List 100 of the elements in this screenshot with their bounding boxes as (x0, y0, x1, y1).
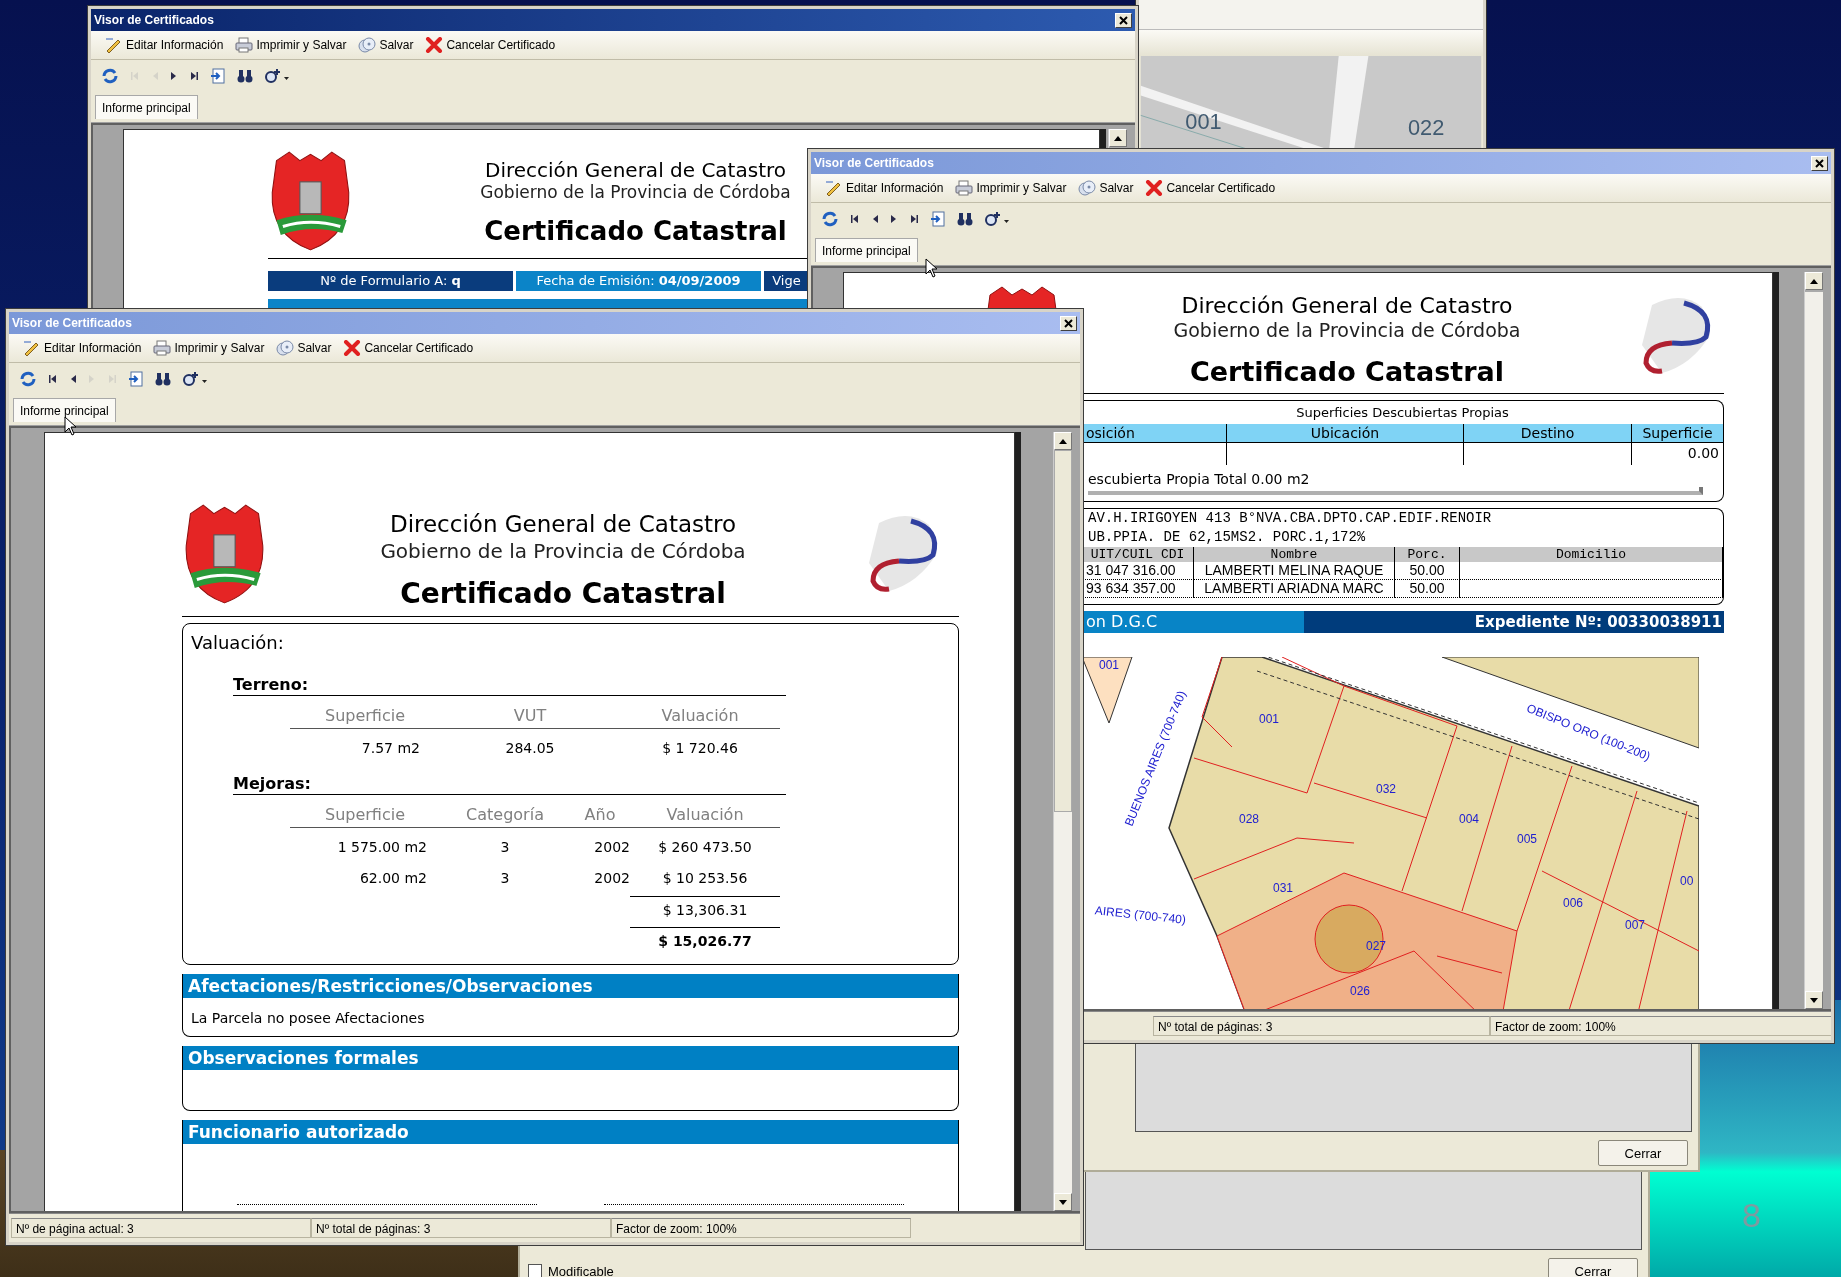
edit-info-button[interactable]: Editar Información (21, 340, 144, 356)
edit-info-button[interactable]: Editar Información (823, 180, 946, 196)
first-page-button[interactable] (48, 373, 58, 385)
certificate-title: Certificado Catastral (484, 216, 787, 247)
table-cell: LAMBERTI MELINA RAQUE (1194, 562, 1395, 581)
column-header: Superficie (1632, 424, 1724, 444)
section-header: Funcionario autorizado (183, 1119, 958, 1144)
printer-icon (955, 180, 974, 196)
parcel-label: 027 (1366, 939, 1387, 954)
column-header: Valuación (630, 794, 780, 828)
save-button[interactable]: Salvar (274, 340, 334, 356)
table-cell-text: 3 (499, 837, 511, 857)
binoculars-icon (155, 371, 171, 387)
parcel-label: 032 (1376, 782, 1397, 797)
scrollbar[interactable] (1804, 272, 1823, 1009)
checkbox[interactable] (528, 1264, 542, 1277)
certificate-title: Certificado Catastral (400, 576, 726, 610)
cancel-icon (425, 37, 444, 53)
status-text: Nº de página actual: 3 (11, 1218, 311, 1238)
parcel-label: 005 (1517, 832, 1538, 847)
print-save-button[interactable]: Imprimir y Salvar (151, 340, 267, 356)
next-page-icon (170, 70, 178, 82)
scroll-down-button[interactable] (1054, 1193, 1072, 1211)
table-cell: 50.00 (1395, 562, 1460, 581)
column-header: Superficie (290, 695, 440, 729)
cancel-certificate-button[interactable]: Cancelar Certificado (423, 37, 558, 53)
scroll-down-button[interactable] (1805, 991, 1823, 1009)
table-cell-text: 2002 (593, 837, 630, 857)
column-header: Destino (1464, 424, 1632, 444)
cancel-certificate-button[interactable]: Cancelar Certificado (341, 340, 476, 356)
parcel-label: 004 (1459, 812, 1480, 827)
column-header: osición (1082, 424, 1227, 444)
previous-page-button[interactable] (69, 373, 77, 385)
parcel-label: 001 (1099, 658, 1120, 673)
close-button[interactable] (1115, 12, 1132, 28)
next-page-button[interactable] (890, 213, 898, 225)
edit-info-button[interactable]: Editar Información (103, 37, 226, 53)
close-button[interactable] (1811, 155, 1828, 171)
column-header: Domicilio (1460, 547, 1723, 563)
report-tab[interactable]: Informe principal (13, 398, 116, 422)
last-page-button[interactable] (189, 70, 199, 82)
column-header: Ubicación (1227, 424, 1464, 444)
agency-name: Dirección General de Catastro (1181, 293, 1513, 320)
parcel-label: 031 (1273, 881, 1294, 896)
find-button[interactable] (957, 211, 973, 227)
column-header: Año (570, 794, 630, 828)
table-cell-text: $ 260 473.50 (657, 837, 753, 857)
zoom-button[interactable] (984, 211, 1010, 227)
slide-number: 8 (1742, 1196, 1761, 1235)
report-tab[interactable]: Informe principal (95, 95, 198, 119)
refresh-button[interactable] (101, 68, 119, 84)
section-text: La Parcela no posee Afectaciones (190, 1008, 426, 1028)
last-page-button[interactable] (909, 213, 919, 225)
refresh-button[interactable] (19, 371, 37, 387)
scrollbar[interactable] (1053, 432, 1072, 1211)
save-button[interactable]: Salvar (1076, 180, 1136, 196)
export-button[interactable] (210, 68, 226, 84)
parcel-label: 001 (1259, 712, 1280, 727)
panel-caption: Superficies Descubiertas Propias (1295, 404, 1510, 423)
window-title: Visor de Certificados (814, 156, 934, 170)
column-header: Categoría (440, 794, 570, 828)
column-header: Superficie (290, 794, 440, 828)
export-button[interactable] (128, 371, 144, 387)
status-text: Factor de zoom: 100% (611, 1218, 911, 1238)
print-save-button[interactable]: Imprimir y Salvar (953, 180, 1069, 196)
down-arrow-icon (1810, 997, 1818, 1003)
refresh-icon (101, 68, 119, 84)
zoom-button[interactable] (264, 68, 290, 84)
table-cell-text: 2002 (593, 868, 630, 888)
close-dialog-button[interactable]: Cerrar (1598, 1140, 1688, 1166)
find-button[interactable] (155, 371, 171, 387)
table-cell-text: 7.57 m2 (360, 738, 421, 758)
report-tab[interactable]: Informe principal (815, 238, 918, 262)
zoom-button[interactable] (182, 371, 208, 387)
cancel-icon (1145, 180, 1164, 196)
status-text: Nº total de páginas: 3 (1153, 1016, 1490, 1036)
scroll-up-button[interactable] (1054, 432, 1072, 450)
cancel-certificate-button[interactable]: Cancelar Certificado (1143, 180, 1278, 196)
first-page-button[interactable] (850, 213, 860, 225)
export-button[interactable] (930, 211, 946, 227)
scroll-up-button[interactable] (1109, 129, 1127, 147)
government-name: Gobierno de la Provincia de Córdoba (1173, 319, 1521, 343)
pencil-icon (105, 37, 123, 53)
previous-page-button[interactable] (871, 213, 879, 225)
close-dialog-button[interactable]: Cerrar (1548, 1258, 1638, 1277)
save-button[interactable]: Salvar (356, 37, 416, 53)
scroll-up-button[interactable] (1805, 272, 1823, 290)
status-text: Nº total de páginas: 3 (311, 1218, 611, 1238)
parcel-label: 00 (1680, 874, 1694, 889)
table-cell-text: $ 1 720.46 (661, 738, 739, 758)
table-cell-text: 284.05 (504, 738, 556, 758)
print-save-button[interactable]: Imprimir y Salvar (233, 37, 349, 53)
parcel-label: 007 (1625, 918, 1646, 933)
last-page-icon (909, 213, 919, 225)
next-page-button[interactable] (170, 70, 178, 82)
refresh-button[interactable] (821, 211, 839, 227)
find-button[interactable] (237, 68, 253, 84)
close-button[interactable] (1060, 315, 1077, 331)
column-header: VUT (440, 695, 620, 729)
close-icon (1815, 158, 1824, 168)
